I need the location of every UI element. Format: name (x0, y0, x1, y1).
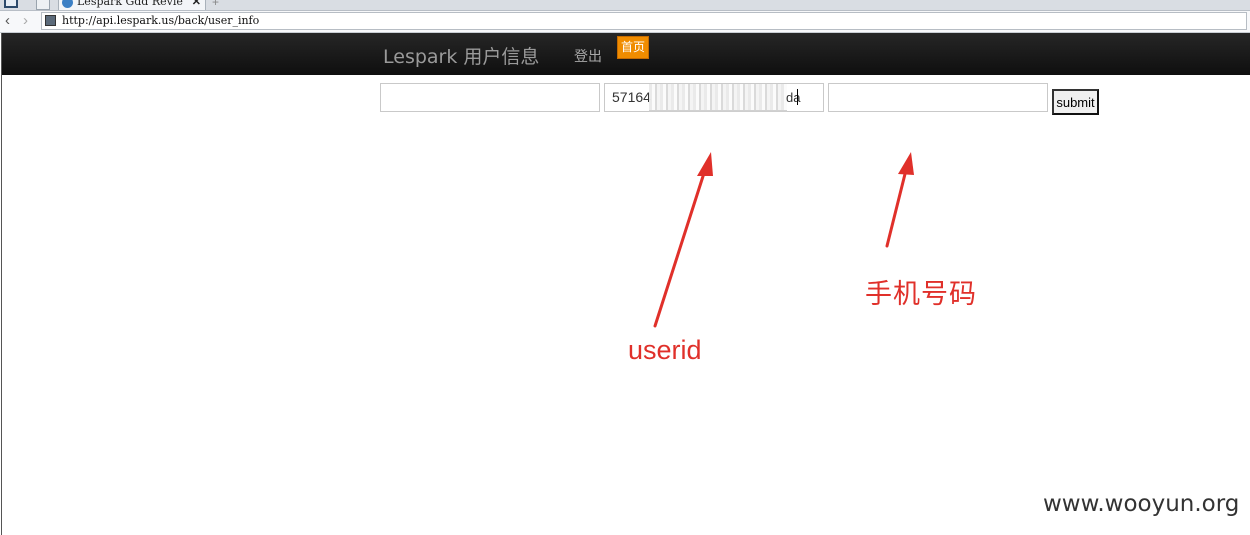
userid-value-prefix: 57164 (612, 89, 651, 105)
text-caret (797, 89, 798, 105)
new-tab-button[interactable]: + (212, 0, 219, 9)
chevron-right-icon[interactable]: › (23, 12, 28, 30)
blank-tab-icon[interactable] (36, 0, 50, 10)
phone-number-input[interactable] (828, 83, 1048, 112)
top-navbar: Lespark 用户信息 登出 首页 (2, 33, 1250, 75)
address-bar: ‹ › http://api.lespark.us/back/user_info (0, 11, 1250, 33)
tab-title: Lespark Gdd Revie (77, 0, 183, 8)
browser-tab[interactable]: Lespark Gdd Revie ✕ (58, 0, 206, 10)
phone-number-annotation: 手机号码 (865, 279, 977, 310)
watermark: www.wooyun.org (1043, 491, 1240, 517)
redaction-overlay (649, 84, 787, 112)
globe-icon (62, 0, 73, 8)
url-text: http://api.lespark.us/back/user_info (62, 14, 260, 27)
browser-tab-strip: Lespark Gdd Revie ✕ + (0, 0, 1250, 11)
home-button[interactable]: 首页 (617, 36, 649, 59)
submit-button[interactable]: submit (1052, 89, 1099, 115)
window-menu-icon[interactable] (4, 0, 18, 8)
userid-value-suffix: da (786, 90, 801, 105)
site-favicon-icon (45, 15, 56, 26)
userid-annotation: userid (628, 335, 702, 365)
close-icon[interactable]: ✕ (192, 0, 201, 9)
field-1-input[interactable] (380, 83, 600, 112)
brand-title[interactable]: Lespark 用户信息 (383, 42, 539, 69)
url-input[interactable]: http://api.lespark.us/back/user_info (41, 12, 1247, 30)
chevron-left-icon[interactable]: ‹ (5, 12, 10, 30)
logout-link[interactable]: 登出 (574, 46, 602, 66)
